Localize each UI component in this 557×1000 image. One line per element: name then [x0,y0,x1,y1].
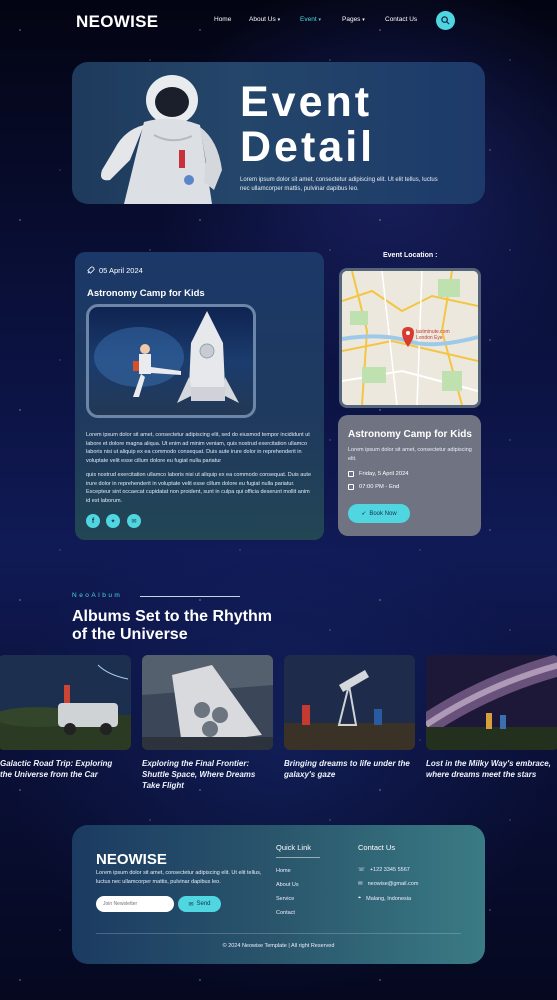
event-photo [86,304,256,418]
info-date-text: Friday, 5 April 2024 [359,471,409,477]
info-date-row: Friday, 5 April 2024 [348,471,409,477]
footer-link-contact[interactable]: Contact [276,910,295,916]
event-map[interactable]: lastminute.com London Eye [339,268,481,408]
twitter-icon: ✦ [110,518,116,525]
albums-heading: Albums Set to the Rhythm of the Universe [72,608,292,644]
footer-link-home[interactable]: Home [276,868,291,874]
mail-icon: ✉ [358,881,363,887]
quick-link-title: Quick Link [276,843,312,852]
phone-text: +122 3345 5567 [369,867,410,873]
nav-pages[interactable]: Pages ▾ [342,16,365,23]
albums-eyebrow: NeoAlbum [72,592,123,599]
chevron-down-icon: ▾ [277,17,281,23]
top-navbar: NEOWISE Home About Us ▾ Event ▾ Pages ▾ … [0,0,557,42]
nav-about-us[interactable]: About Us ▾ [249,16,280,23]
rocket-icon: ➶ [361,511,367,517]
nav-pages-label: Pages [342,16,361,23]
info-card-title: Astronomy Camp for Kids [348,429,472,440]
facebook-button[interactable]: f [86,514,100,528]
search-icon [441,16,450,25]
event-location-label: Event Location : [383,252,438,259]
albums-heading-line-1: Albums Set to the Rhythm [72,608,273,625]
newsletter-send-button[interactable]: ✉ Send [178,896,221,912]
contact-email: ✉ neowise@gmail.com [358,881,418,887]
event-title: Astronomy Camp for Kids [87,288,205,299]
quick-link-divider [276,857,320,858]
telescope-night-image [284,655,415,750]
logo-text: NEOWISE [76,12,159,31]
nav-event[interactable]: Event ▾ [300,16,321,23]
footer-description: Lorem ipsum dolor sit amet, consectetur … [96,870,262,885]
album-photo-shuttle[interactable] [142,655,273,750]
hero-description: Lorem ipsum dolor sit amet, consectetur … [240,177,438,192]
event-date-text: 05 April 2024 [99,266,143,275]
eyebrow-divider [140,596,240,597]
copyright: © 2024 Neowise Template | All right Rese… [222,943,335,949]
footer-link-service[interactable]: Service [276,896,294,902]
album-caption-3: Bringing dreams to life under the galaxy… [284,759,410,779]
clock-icon [348,484,354,490]
phone-icon: ☏ [358,867,365,873]
nav-event-label: Event [300,16,317,23]
site-logo[interactable]: NEOWISE [76,12,158,32]
book-now-label: Book Now [369,510,397,517]
email-button[interactable]: ✉ [127,514,141,528]
send-icon: ✉ [188,901,194,908]
album-photo-milky-way[interactable] [426,655,557,750]
map-pin-label: lastminute.com London Eye [416,329,450,341]
page-title: Event Detail [240,80,375,170]
title-line-1: Event [240,78,373,126]
contact-title: Contact Us [358,843,396,852]
rocket-icon [87,266,95,274]
mail-icon: ✉ [131,518,137,525]
chevron-down-icon: ▾ [362,17,365,23]
milky-way-image [426,655,557,750]
book-now-button[interactable]: ➶ Book Now [348,504,410,523]
facebook-icon: f [91,517,95,525]
event-paragraph-2: quis nostrud exercitation ullamco labori… [86,472,312,505]
newsletter-input[interactable] [96,896,174,912]
event-date: 05 April 2024 [86,266,143,275]
calendar-icon [348,471,354,477]
event-paragraph-1: Lorem ipsum dolor sit amet, consectetur … [86,432,310,465]
kid-rocket-image [94,311,239,403]
twitter-button[interactable]: ✦ [106,514,120,528]
nav-contact-us[interactable]: Contact Us [385,16,417,23]
search-button[interactable] [436,11,455,30]
address-text: Malang, Indonesia [366,895,412,902]
contact-phone: ☏ +122 3345 5567 [358,867,410,873]
title-line-2: Detail [240,123,376,171]
album-caption-2: Exploring the Final Frontier: Shuttle Sp… [142,759,256,790]
car-night-image [0,655,131,750]
nav-home[interactable]: Home [214,16,231,23]
chevron-down-icon: ▾ [318,17,321,23]
album-photo-telescope[interactable] [284,655,415,750]
contact-address: ⌖ Malang, Indonesia [358,895,411,902]
footer-link-about[interactable]: About Us [276,882,299,888]
nav-about-label: About Us [249,16,276,23]
astronaut-image [101,75,222,204]
album-photo-road-trip[interactable] [0,655,131,750]
footer-logo[interactable]: NEOWISE [96,851,167,868]
info-time-text: 07:00 PM - End [359,484,400,490]
album-caption-4: Lost in the Milky Way's embrace, where d… [426,759,551,779]
email-text: neowise@gmail.com [367,881,419,887]
location-pin-icon: ⌖ [358,895,362,901]
albums-heading-line-2: of the Universe [72,626,188,643]
info-time-row: 07:00 PM - End [348,484,399,490]
space-shuttle-image [142,655,273,750]
album-caption-1: Galactic Road Trip: Exploring the Univer… [0,759,113,779]
footer-divider [96,933,461,934]
send-label: Send [196,901,211,907]
info-card-text: Lorem ipsum dolor sit amet, consectetur … [348,447,472,462]
